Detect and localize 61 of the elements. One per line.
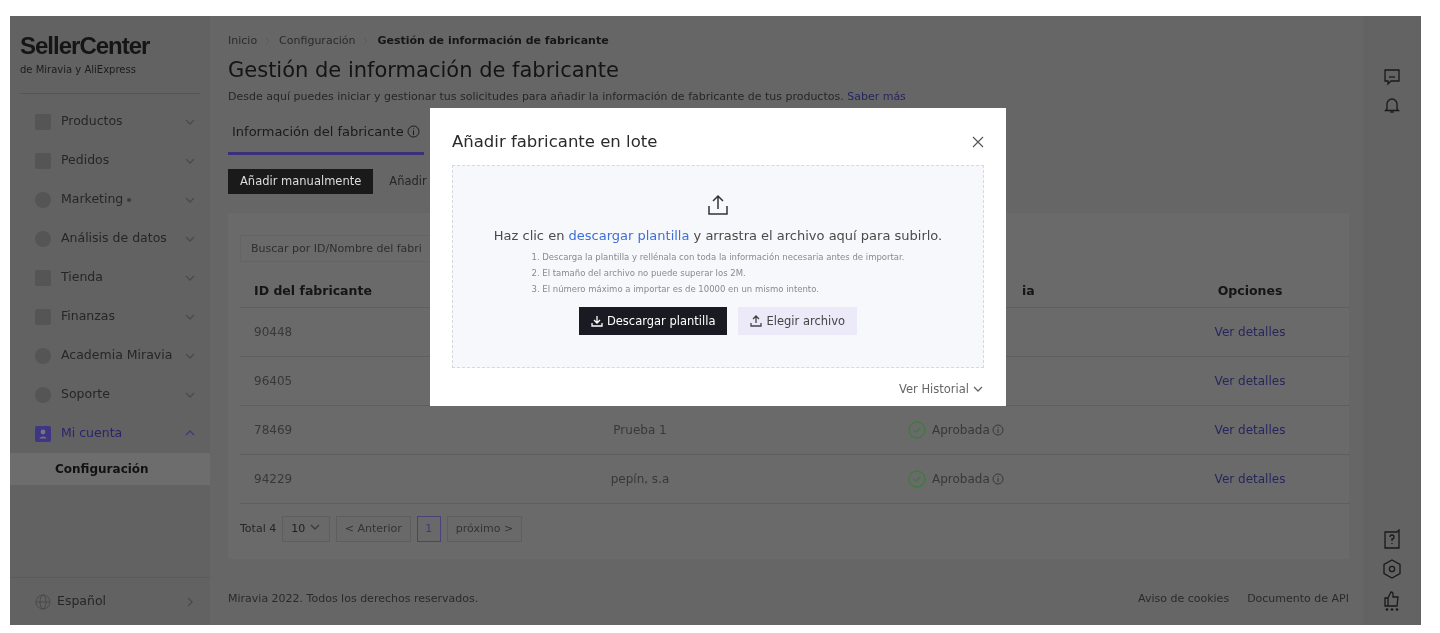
thumbs-up-icon[interactable] [1382,589,1402,611]
breadcrumb-item[interactable]: Inicio [228,32,258,50]
sidebar-item[interactable]: Análisis de datos [10,219,210,258]
info-icon [406,125,420,139]
hexagon-icon[interactable] [1383,559,1401,579]
choose-file-button[interactable]: Elegir archivo [738,307,858,336]
instruction-text: 1. Descarga la plantilla y rellénala con toda la información necesaria antes de importar. [531,251,905,265]
sidebar-item[interactable]: Tienda [10,258,210,297]
upload-icon [707,193,729,216]
sidebar-item[interactable]: Soporte [10,375,210,414]
breadcrumb-item: Gestión de información de fabricante [377,32,609,49]
column-header: ID del fabricante [254,282,372,301]
upload-icon [750,315,763,328]
check-circle-icon [908,420,926,439]
upload-instruction: Haz clic en descargar plantilla y arrastra el archivo aquí para subirlo. [493,226,943,245]
page-description: Desde aquí puedes iniciar y gestionar tus solicitudes para añadir la información de fabricante de tus productos. Saber más [228,90,907,105]
footer-link[interactable]: Aviso de cookies [1138,590,1230,608]
column-header: Opciones [1217,282,1283,301]
upload-dropzone[interactable] [452,164,984,368]
column-header: ia [1022,282,1035,301]
bell-icon[interactable] [1383,96,1401,114]
user-icon [35,425,51,442]
info-icon [991,423,1004,436]
logo-subtitle: de Miravia y AliExpress [19,63,137,77]
sidebar-item[interactable]: Productos [10,102,210,141]
instruction-text: 3. El número máximo a importar es de 10000 en un mismo intento. [531,283,820,297]
footer-link[interactable]: Documento de API [1247,590,1349,608]
add-button[interactable]: Añadir [389,168,427,194]
sidebar-item[interactable]: Pedidos [10,141,210,180]
chat-icon[interactable] [1383,68,1401,86]
page-title: Gestión de información de fabricante [228,58,620,84]
sidebar-item[interactable]: Academia Miravia [10,336,210,375]
add-manually-button[interactable]: Añadir manualmente [228,168,374,194]
tab[interactable]: Información del fabricante [228,122,424,155]
help-document-icon[interactable] [1383,529,1401,549]
total-count: Total 4 [240,520,277,537]
sidebar-item[interactable]: Finanzas [10,297,210,336]
language-selector[interactable]: Español [10,577,210,625]
learn-more-link[interactable]: Saber más [847,90,906,104]
view-details-link[interactable]: Ver detalles [1214,322,1286,341]
view-details-link[interactable]: Ver detalles [1214,469,1286,488]
view-details-link[interactable]: Ver detalles [1214,371,1286,390]
logo: SellerCenter [19,34,151,58]
close-icon [972,136,984,149]
globe-icon [35,593,51,610]
template-link[interactable]: descargar plantilla [568,227,690,243]
close-button[interactable] [972,136,984,149]
history-toggle[interactable]: Ver Historial [899,380,984,398]
instruction-text: 2. El tamaño del archivo no puede superar los 2M. [531,267,747,281]
copyright-text: Miravia 2022. Todos los derechos reservados. [228,590,479,607]
download-template-button[interactable]: Descargar plantilla [578,307,728,336]
sidebar-item[interactable]: Marketing [10,180,210,219]
view-details-link[interactable]: Ver detalles [1214,420,1286,439]
download-icon [590,315,603,328]
sidebar-subitem[interactable]: Configuración [10,453,210,485]
dialog-title: Añadir fabricante en lote [452,131,658,153]
sidebar-item[interactable]: Mi cuenta [10,414,210,453]
info-icon [991,472,1004,485]
page-size-select[interactable]: 10 [282,515,330,542]
breadcrumb-item[interactable]: Configuración [279,32,356,50]
check-circle-icon [908,469,926,488]
